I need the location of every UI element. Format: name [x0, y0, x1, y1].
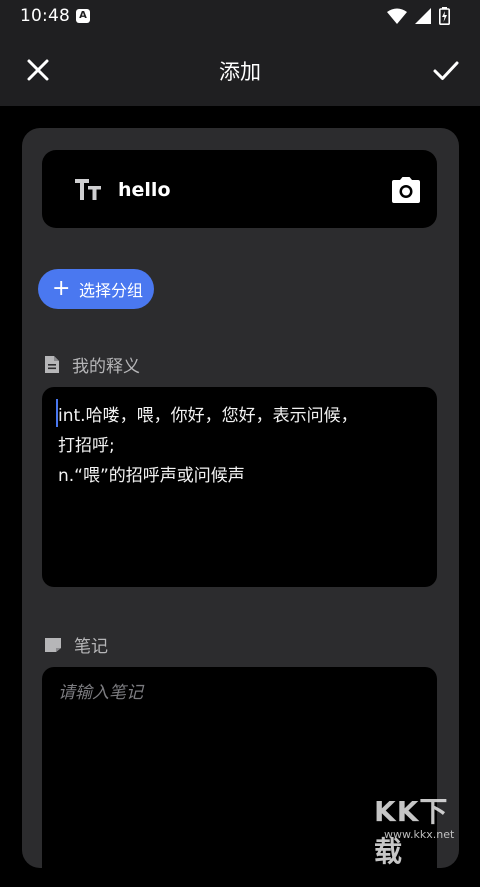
note-label: 笔记: [74, 637, 108, 657]
note-input[interactable]: [58, 679, 418, 707]
definition-header: 我的释义: [44, 352, 140, 377]
definition-textarea[interactable]: int.哈喽，喂，你好，您好，表示问候， 打招呼; n.“喂”的招呼声或问候声: [42, 387, 437, 587]
note-icon: [45, 637, 61, 652]
check-icon[interactable]: [430, 54, 462, 86]
status-time: 10:48: [20, 6, 70, 26]
signal-icon: [415, 8, 431, 24]
page-title: 添加: [219, 60, 261, 84]
word-field: [42, 150, 437, 228]
camera-icon[interactable]: [391, 176, 421, 204]
document-icon: [45, 356, 59, 373]
battery-charging-icon: [439, 7, 450, 25]
form-card: + 选择分组 我的释义 int.哈喽，喂，你好，您好，表示问候， 打招呼; n.…: [22, 128, 459, 887]
definition-label: 我的释义: [72, 357, 140, 377]
word-input[interactable]: [118, 178, 368, 202]
app-bar: 添加: [0, 34, 480, 106]
watermark-url: www.kkx.net: [384, 828, 455, 841]
status-icons: [387, 7, 450, 25]
note-header: 笔记: [44, 632, 108, 657]
text-size-icon: [75, 179, 101, 200]
select-group-button[interactable]: + 选择分组: [38, 269, 154, 309]
status-bar: 10:48 A: [0, 0, 480, 34]
notification-icon: A: [76, 9, 90, 23]
watermark-logo: KK下载 www.kkx.net: [366, 790, 464, 868]
wifi-icon: [387, 8, 407, 24]
plus-icon: +: [52, 276, 71, 301]
definition-text: int.哈喽，喂，你好，您好，表示问候， 打招呼; n.“喂”的招呼声或问候声: [58, 406, 358, 486]
select-group-label: 选择分组: [79, 281, 144, 300]
